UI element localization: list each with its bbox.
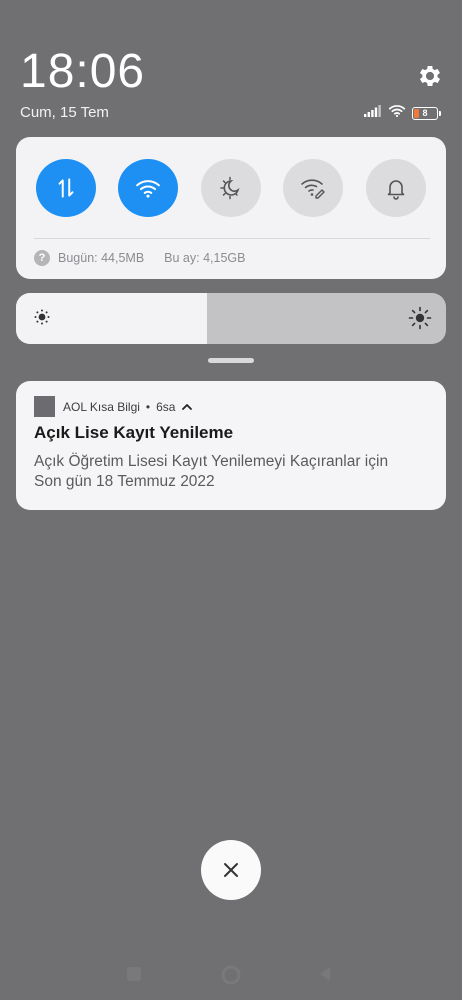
dark-mode-toggle[interactable] <box>201 159 261 217</box>
bell-toggle[interactable] <box>366 159 426 217</box>
battery-level-text: 8 <box>422 108 428 118</box>
usage-today: Bugün: 44,5MB <box>58 251 145 265</box>
recent-apps-icon[interactable] <box>124 964 144 984</box>
notification-body-line: Son gün 18 Temmuz 2022 <box>34 473 215 490</box>
wifi-edit-toggle[interactable] <box>283 159 343 217</box>
close-icon <box>224 863 238 877</box>
data-arrows-icon <box>58 178 74 198</box>
wifi-icon <box>388 104 406 122</box>
back-icon[interactable] <box>316 964 334 984</box>
bell-icon <box>387 180 405 200</box>
mobile-data-toggle[interactable] <box>36 159 96 217</box>
navigation-bar <box>0 958 462 988</box>
clock[interactable]: 18:06 <box>20 44 145 100</box>
chevron-up-icon[interactable] <box>180 402 194 412</box>
quick-settings-panel: ? Bugün: 44,5MB Bu ay: 4,15GB <box>16 137 446 279</box>
separator: • <box>145 400 151 414</box>
status-icons: 8 <box>364 104 441 122</box>
notification-card[interactable]: AOL Kısa Bilgi • 6sa Açık Lise Kayıt Yen… <box>16 381 446 510</box>
clear-notifications-button[interactable] <box>201 840 261 900</box>
gear-icon[interactable] <box>416 62 444 90</box>
signal-icon <box>364 104 382 122</box>
battery-icon: 8 <box>412 106 441 120</box>
drag-handle[interactable] <box>208 358 254 363</box>
app-name: AOL Kısa Bilgi <box>63 400 140 414</box>
home-icon[interactable] <box>220 964 242 986</box>
divider <box>34 238 430 239</box>
notification-time: 6sa <box>156 400 176 414</box>
brightness-low-icon <box>34 309 50 325</box>
notification-body: Açık Öğretim Lisesi Kayıt Yenilemeyi Kaç… <box>34 452 434 492</box>
notification-body-line: Açık Öğretim Lisesi Kayıt Yenilemeyi Kaç… <box>34 453 389 470</box>
wifi-toggle[interactable] <box>118 159 178 217</box>
notification-title: Açık Lise Kayıt Yenileme <box>34 423 234 442</box>
brightness-high-icon <box>408 306 432 330</box>
help-icon: ? <box>34 250 50 266</box>
data-usage[interactable]: ? Bugün: 44,5MB Bu ay: 4,15GB <box>34 250 245 266</box>
wifi-icon <box>136 180 160 198</box>
date-label[interactable]: Cum, 15 Tem <box>20 104 109 121</box>
usage-month: Bu ay: 4,15GB <box>164 251 246 265</box>
brightness-slider[interactable] <box>16 293 446 344</box>
notification-header: AOL Kısa Bilgi • 6sa <box>63 400 194 414</box>
app-icon <box>34 396 55 417</box>
wifi-pencil-icon <box>301 179 325 199</box>
moon-sun-icon <box>220 176 240 200</box>
battery-level-fill <box>414 108 419 118</box>
